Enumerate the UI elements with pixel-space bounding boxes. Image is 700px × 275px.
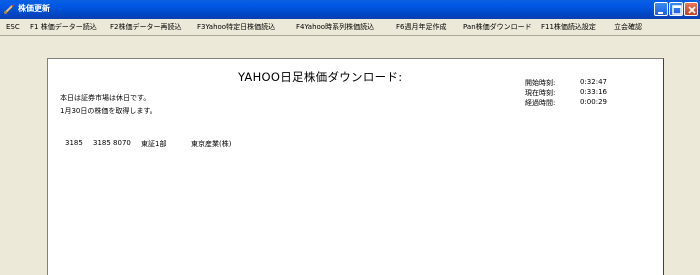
title-bar[interactable]: 株価更新: [0, 0, 700, 19]
download-panel: YAHOO日足株価ダウンロード: 本日は証券市場は休日です。 1月30日の株価を…: [47, 58, 664, 275]
menu-session-check[interactable]: 立会確認: [614, 19, 642, 35]
holiday-message: 本日は証券市場は休日です。: [60, 94, 151, 102]
current-time-label: 現在時刻:: [525, 89, 556, 97]
elapsed-time-value: 0:00:29: [580, 98, 607, 106]
minimize-button[interactable]: [654, 2, 668, 16]
row-company-name: 東京産業(株): [191, 140, 232, 148]
menu-pan-download[interactable]: Pan株価ダウンロード: [463, 19, 532, 35]
app-window: 株価更新 ESC F1 株価データー読込 F2株価データー再読込 F3Yahoo…: [0, 0, 700, 275]
app-icon: [3, 3, 15, 15]
start-time-label: 開始時刻:: [525, 79, 556, 87]
elapsed-time-label: 経過時間:: [525, 99, 556, 107]
row-market: 東証1部: [141, 140, 167, 148]
menu-f6-weekly-monthly[interactable]: F6週月年足作成: [396, 19, 446, 35]
menu-f1-load[interactable]: F1 株価データー読込: [30, 19, 97, 35]
menu-f2-reload[interactable]: F2株価データー再読込: [110, 19, 181, 35]
window-title: 株価更新: [18, 4, 50, 13]
fetch-date-message: 1月30日の株価を取得します。: [60, 107, 157, 115]
menu-esc[interactable]: ESC: [6, 19, 20, 35]
menu-f11-settings[interactable]: F11株価読込設定: [541, 19, 596, 35]
menu-bar: ESC F1 株価データー読込 F2株価データー再読込 F3Yahoo特定日株価…: [0, 19, 700, 35]
menu-f4-yahoo-series[interactable]: F4Yahoo時系列株価読込: [296, 19, 374, 35]
start-time-value: 0:32:47: [580, 78, 607, 86]
close-button[interactable]: [684, 2, 698, 16]
current-time-value: 0:33:16: [580, 88, 607, 96]
maximize-button[interactable]: [669, 2, 683, 16]
row-code: 3185: [65, 139, 83, 147]
panel-heading: YAHOO日足株価ダウンロード:: [238, 70, 403, 84]
menu-f3-yahoo-date[interactable]: F3Yahoo特定日株価読込: [197, 19, 275, 35]
row-ticker: 3185 8070: [93, 139, 131, 147]
menu-divider: [0, 35, 700, 36]
